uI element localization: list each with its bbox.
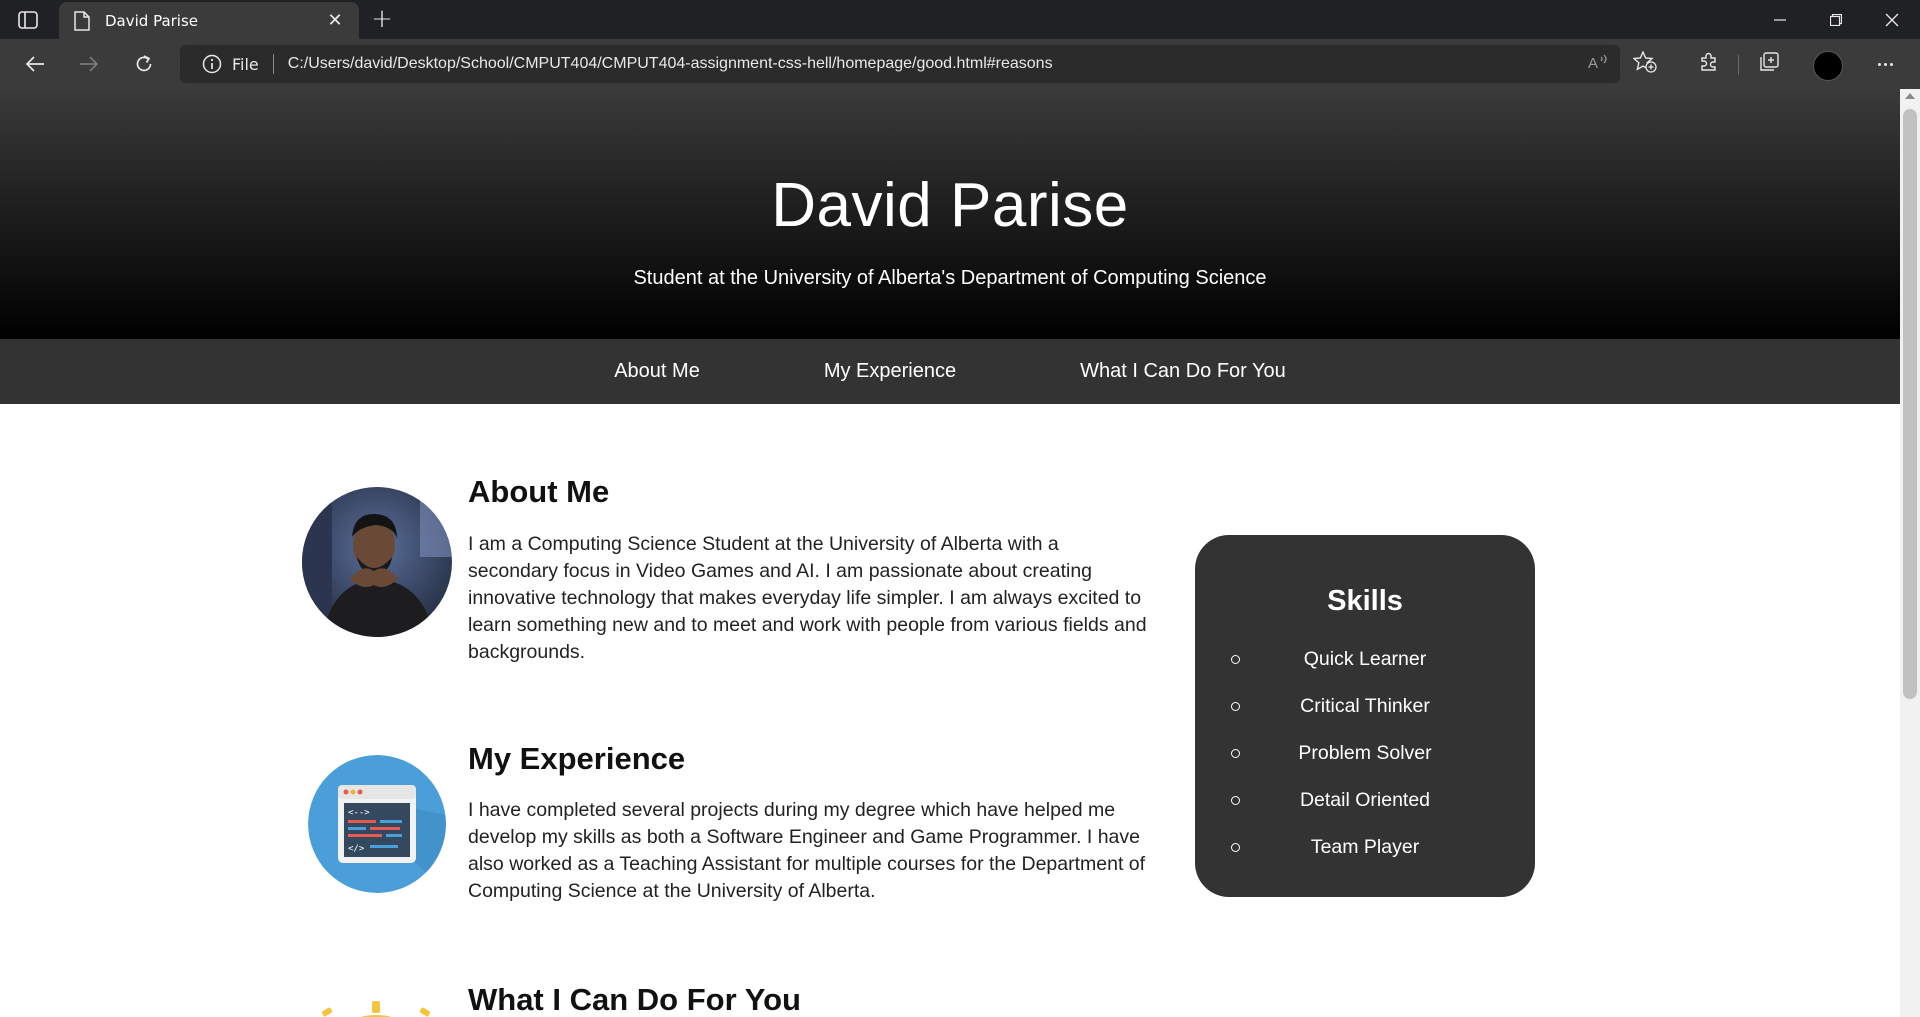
bullet-icon	[1231, 655, 1240, 664]
svg-text:</>: </>	[348, 844, 365, 854]
forward-arrow-icon[interactable]	[73, 48, 105, 80]
skill-label: Detail Oriented	[1299, 789, 1431, 811]
main-content: About Me I am a Computing Science Studen…	[0, 404, 1900, 1017]
nav-about-me[interactable]: About Me	[552, 360, 762, 383]
toolbar-divider	[1738, 55, 1739, 75]
info-icon[interactable]	[202, 54, 222, 74]
bullet-icon	[1231, 702, 1240, 711]
back-arrow-icon[interactable]	[19, 48, 51, 80]
page-viewport: David Parise Student at the University o…	[0, 89, 1900, 1017]
svg-text:A: A	[1588, 55, 1598, 71]
refresh-icon[interactable]	[128, 48, 160, 80]
address-bar[interactable]: File C:/Users/david/Desktop/School/CMPUT…	[180, 45, 1620, 83]
browser-tab-strip: David Parise ✕ +	[0, 0, 1920, 39]
skill-label: Critical Thinker	[1300, 695, 1430, 717]
nav-what-i-can-do[interactable]: What I Can Do For You	[1018, 360, 1348, 383]
bullet-icon	[1231, 796, 1240, 805]
list-item: Team Player	[1195, 824, 1535, 871]
address-separator	[272, 54, 274, 74]
extensions-icon[interactable]	[1695, 48, 1723, 76]
list-item: Problem Solver	[1195, 730, 1535, 777]
skills-list: Quick Learner Critical Thinker Problem S…	[1195, 636, 1535, 871]
nav-my-experience[interactable]: My Experience	[762, 360, 1018, 383]
bullet-icon	[1231, 749, 1240, 758]
close-window-icon[interactable]	[1864, 0, 1920, 39]
plus-icon[interactable]: +	[368, 6, 396, 34]
scroll-thumb[interactable]	[1903, 109, 1917, 699]
section-heading: What I Can Do For You	[468, 982, 801, 1017]
section-heading: About Me	[468, 474, 610, 509]
document-icon	[74, 10, 90, 31]
minimize-icon[interactable]	[1752, 0, 1808, 39]
collections-icon[interactable]	[1755, 48, 1783, 76]
bullet-icon	[1231, 843, 1240, 852]
svg-text:<-->: <-->	[348, 808, 370, 818]
window-controls	[1752, 0, 1920, 39]
profile-photo	[302, 487, 452, 637]
skill-label: Problem Solver	[1298, 742, 1432, 764]
site-title: David Parise	[771, 171, 1129, 240]
list-item: Quick Learner	[1195, 636, 1535, 683]
list-item: Detail Oriented	[1195, 777, 1535, 824]
scroll-up-arrow-icon[interactable]	[1905, 93, 1915, 99]
site-subtitle: Student at the University of Alberta's D…	[633, 267, 1267, 289]
lightbulb-icon	[302, 989, 452, 1017]
skill-label: Quick Learner	[1303, 648, 1427, 670]
site-nav: About Me My Experience What I Can Do For…	[0, 339, 1900, 404]
skill-label: Team Player	[1310, 836, 1420, 858]
section-heading: My Experience	[468, 741, 686, 776]
skills-title: Skills	[1327, 585, 1403, 617]
read-aloud-icon[interactable]: A	[1585, 48, 1613, 76]
tab-actions-icon[interactable]	[14, 8, 42, 32]
site-header: David Parise Student at the University o…	[0, 89, 1900, 339]
close-icon[interactable]: ✕	[325, 10, 345, 31]
code-window-icon: <--> </>	[308, 755, 446, 893]
address-scheme-label: File	[232, 54, 259, 74]
browser-toolbar: File C:/Users/david/Desktop/School/CMPUT…	[0, 39, 1920, 89]
more-icon[interactable]	[1870, 51, 1900, 77]
vertical-scrollbar[interactable]	[1900, 89, 1920, 1017]
profile-avatar[interactable]	[1813, 51, 1843, 81]
browser-tab[interactable]: David Parise ✕	[59, 2, 359, 39]
url-text[interactable]: C:/Users/david/Desktop/School/CMPUT404/C…	[288, 55, 1053, 73]
section-text: I am a Computing Science Student at the …	[468, 533, 1147, 663]
list-item: Critical Thinker	[1195, 683, 1535, 730]
tab-title: David Parise	[105, 11, 199, 30]
section-text: I have completed several projects during…	[468, 799, 1146, 902]
add-favorite-icon[interactable]	[1631, 48, 1659, 76]
restore-icon[interactable]	[1808, 0, 1864, 39]
skills-card: Skills Quick Learner Critical Thinker Pr…	[1195, 535, 1535, 897]
